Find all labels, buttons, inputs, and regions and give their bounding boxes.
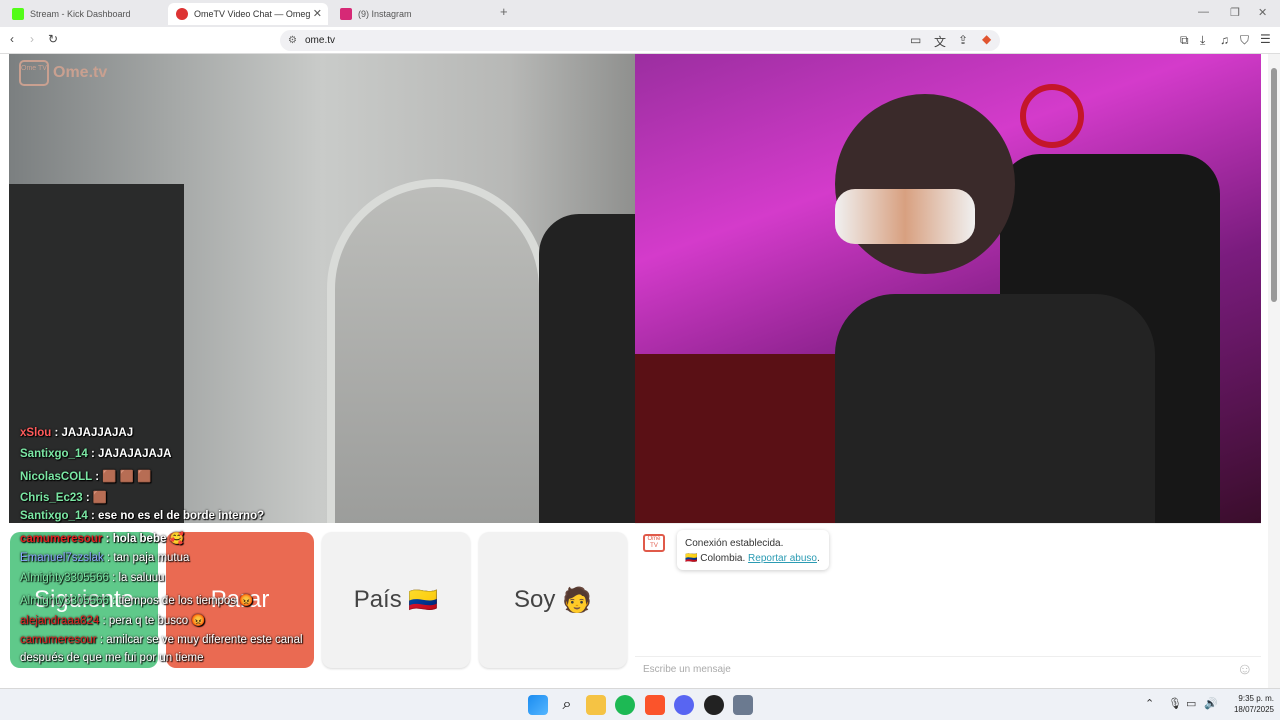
ski-goggles xyxy=(835,189,975,244)
menu-icon[interactable]: ☰ xyxy=(1260,32,1271,46)
self-video xyxy=(635,54,1261,523)
country-name: Colombia. xyxy=(700,553,746,564)
message-placeholder: Escribe un mensaje xyxy=(643,664,731,675)
logo-text: Ome.tv xyxy=(53,64,108,81)
tab-instagram[interactable]: (9) Instagram xyxy=(332,3,492,25)
tab-ometv[interactable]: OmeTV Video Chat — Omeg ✕ xyxy=(168,3,328,25)
person-silhouette xyxy=(539,214,635,523)
back-icon[interactable]: ‹ xyxy=(10,32,14,46)
brave-icon[interactable] xyxy=(645,695,665,715)
vpn-icon[interactable]: ⛉ xyxy=(1240,33,1249,48)
overlay-chat-line: Emanuel7szslak : tan paja mutua xyxy=(20,552,190,564)
close-window-icon[interactable]: ✕ xyxy=(1258,6,1267,19)
discord-icon[interactable] xyxy=(674,695,694,715)
spotify-icon[interactable] xyxy=(615,695,635,715)
scrollbar[interactable] xyxy=(1268,54,1280,688)
site-info-icon[interactable]: ⚙ xyxy=(288,30,297,51)
gender-button[interactable]: Soy 🧑 xyxy=(479,532,627,668)
network-icon[interactable]: ▭ xyxy=(1186,697,1196,710)
page-viewport: Ome TV Ome.tv xSlou : JAJAJJAJAJ Santixg… xyxy=(0,54,1280,688)
country-line: 🇨🇴 Colombia. Reportar abuso. xyxy=(685,553,820,564)
cast-icon[interactable]: ▭ xyxy=(910,33,921,47)
search-icon[interactable]: ⌕ xyxy=(557,695,577,715)
microphone-icon[interactable]: 🎙 xyxy=(1168,697,1182,710)
volume-icon[interactable]: 🔊 xyxy=(1204,697,1218,710)
kick-icon xyxy=(12,8,24,20)
streamer-head xyxy=(835,94,1015,274)
overlay-chat-line: camumeresour : amilcar se ve muy diferen… xyxy=(20,634,303,646)
room-floor xyxy=(635,354,835,523)
tab-title: Stream - Kick Dashboard xyxy=(30,9,131,19)
download-icon[interactable]: ⤓ xyxy=(1200,33,1205,48)
overlay-chat-line: Chris_Ec23 : 🟫 xyxy=(20,492,108,504)
settings-icon[interactable] xyxy=(733,695,753,715)
file-explorer-icon[interactable] xyxy=(586,695,606,715)
connection-text: Conexión establecida. xyxy=(685,538,784,549)
overlay-chat-line: Almighty3305566 : tiempos de los tiempos… xyxy=(20,595,254,607)
toolbar: ‹ › ↻ ⚙ ome.tv ▭ 文 ⇪ ◆ ⧉ ⤓ ♫ ⛉ ☰ xyxy=(0,27,1280,54)
taskbar: ⌕ ⌃ 🎙 ▭ 🔊 9:35 p. m. 18/07/2025 xyxy=(0,688,1280,720)
new-tab-button[interactable]: + xyxy=(500,4,508,19)
tab-kick[interactable]: Stream - Kick Dashboard xyxy=(4,3,164,25)
overlay-chat-line: Santixgo_14 : JAJAJAJAJA xyxy=(20,448,172,460)
overlay-chat-line: Almighty3305566 : la saluuu xyxy=(20,572,165,584)
emoji-icon[interactable]: ☺ xyxy=(1237,657,1253,682)
colombia-flag-icon: 🇨🇴 xyxy=(685,553,698,564)
brave-shield-icon[interactable]: ◆ xyxy=(982,32,991,46)
streamer-body xyxy=(835,294,1155,523)
report-abuse-link[interactable]: Reportar abuso xyxy=(748,553,817,564)
message-input[interactable]: Escribe un mensaje ☺ xyxy=(635,656,1261,681)
chat-panel: Ome TV Conexión establecida. 🇨🇴 Colombia… xyxy=(635,523,1261,688)
prohibited-sign xyxy=(1020,84,1084,148)
tab-bar: Stream - Kick Dashboard OmeTV Video Chat… xyxy=(0,0,1280,27)
overlay-chat-line: después de que me fui por un tieme xyxy=(20,652,204,664)
scrollbar-thumb[interactable] xyxy=(1271,68,1277,302)
tab-title: (9) Instagram xyxy=(358,9,412,19)
address-bar[interactable]: ⚙ ome.tv xyxy=(280,30,1000,51)
windows-start-icon[interactable] xyxy=(528,695,548,715)
reload-icon[interactable]: ↻ xyxy=(48,32,58,46)
obs-icon[interactable] xyxy=(704,695,724,715)
minimize-icon[interactable]: — xyxy=(1198,6,1209,18)
connection-message: Conexión establecida. 🇨🇴 Colombia. Repor… xyxy=(677,530,829,570)
time-text: 9:35 p. m. xyxy=(1238,694,1274,703)
forward-icon[interactable]: › xyxy=(30,32,34,46)
restore-icon[interactable]: ❐ xyxy=(1230,6,1240,19)
ometv-chat-avatar: Ome TV xyxy=(643,534,665,552)
country-button[interactable]: País 🇨🇴 xyxy=(322,532,470,668)
chevron-up-icon[interactable]: ⌃ xyxy=(1145,697,1154,710)
overlay-chat-line: xSlou : JAJAJJAJAJ xyxy=(20,427,134,439)
overlay-chat-line: NicolasCOLL : 🟫 🟫 🟫 xyxy=(20,471,152,483)
translate-icon[interactable]: 文 xyxy=(934,33,946,50)
overlay-chat-line: camumeresour : hola bebe 🥰 xyxy=(20,533,184,545)
overlay-chat-line: Santixgo_14 : ese no es el de borde inte… xyxy=(20,510,265,522)
overlay-chat-line: alejandraaa824 : pera q te busco 😡 xyxy=(20,615,206,627)
arch-shape xyxy=(327,179,547,523)
logo-badge: Ome TV xyxy=(19,60,49,86)
ometv-logo: Ome TV Ome.tv xyxy=(19,60,107,86)
tab-title: OmeTV Video Chat — Omeg xyxy=(194,9,311,19)
ometv-icon xyxy=(176,8,188,20)
url-text: ome.tv xyxy=(305,35,336,46)
music-icon[interactable]: ♫ xyxy=(1220,33,1229,47)
date-text: 18/07/2025 xyxy=(1233,705,1274,714)
clock[interactable]: 9:35 p. m. 18/07/2025 xyxy=(1222,693,1274,715)
instagram-icon xyxy=(340,8,352,20)
share-icon[interactable]: ⇪ xyxy=(958,33,968,47)
close-icon[interactable]: ✕ xyxy=(313,7,322,20)
extensions-icon[interactable]: ⧉ xyxy=(1180,33,1189,48)
